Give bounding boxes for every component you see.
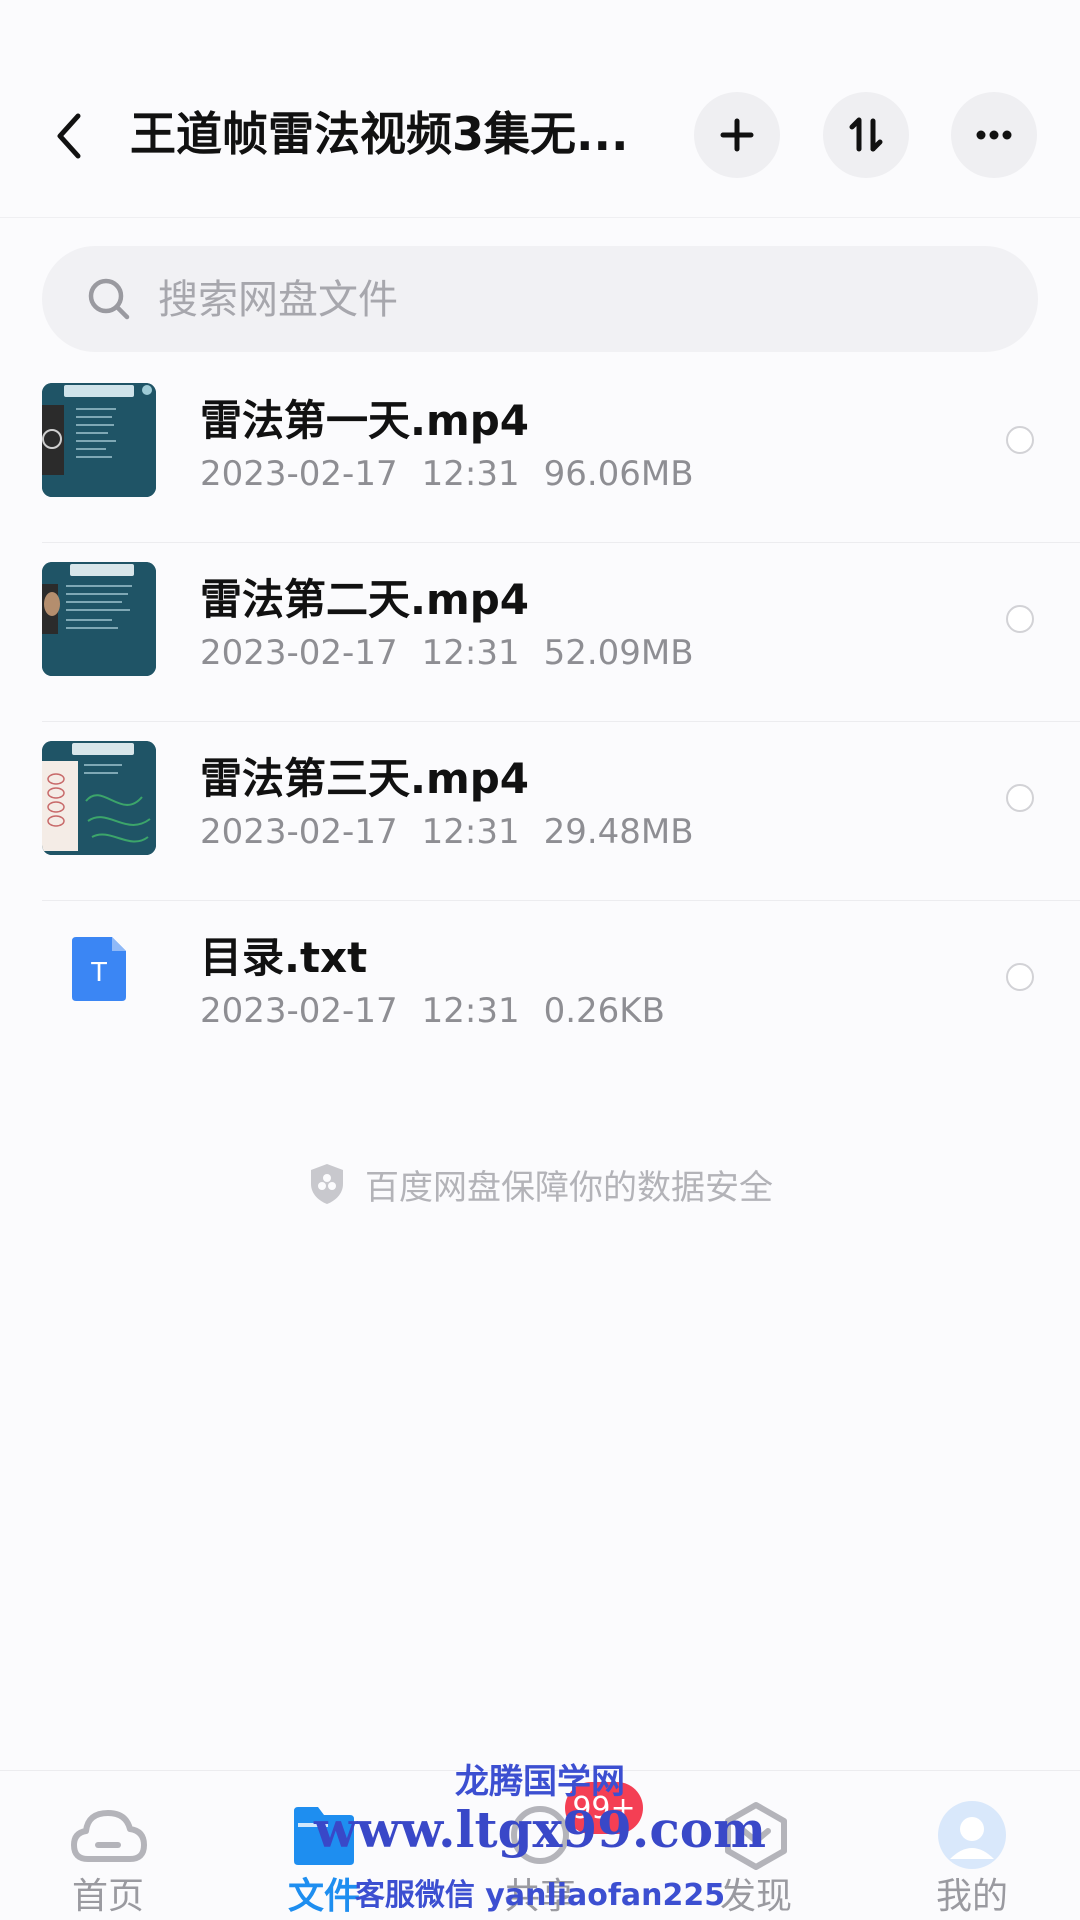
file-meta: 2023-02-17 12:31 52.09MB [200,631,718,675]
file-time: 12:31 [421,454,520,494]
select-radio[interactable] [1006,963,1034,991]
shield-icon [311,1164,343,1204]
file-date: 2023-02-17 [200,991,398,1031]
select-radio[interactable] [1006,426,1034,454]
security-note: 百度网盘保障你的数据安全 [0,1156,1080,1212]
file-size: 0.26KB [543,991,665,1031]
file-date: 2023-02-17 [200,633,398,673]
page-title: 王道帧雷法视频3集无... [130,107,629,161]
chevron-left-icon [57,113,81,159]
file-time: 12:31 [421,633,520,673]
sort-button[interactable] [823,92,909,178]
text-file-icon: T [72,937,126,1001]
watermark-url: www.ltgx99.com [313,1800,767,1859]
watermark-title: 龙腾国学网 [455,1762,625,1802]
file-size: 96.06MB [543,454,694,494]
file-size: 29.48MB [543,812,694,852]
header-bar: 王道帧雷法视频3集无... [0,0,1080,218]
file-name: 雷法第一天.mp4 [200,396,530,445]
video-thumbnail [42,741,156,855]
file-meta: 2023-02-17 12:31 0.26KB [200,989,689,1033]
video-thumbnail [42,562,156,676]
more-button[interactable] [951,92,1037,178]
doc-letter: T [90,956,107,987]
file-meta: 2023-02-17 12:31 96.06MB [200,452,718,496]
file-row[interactable]: 雷法第二天.mp4 2023-02-17 12:31 52.09MB [0,543,1080,722]
select-radio[interactable] [1006,605,1034,633]
add-button[interactable] [694,92,780,178]
file-size: 52.09MB [543,633,694,673]
file-date: 2023-02-17 [200,812,398,852]
file-row[interactable]: 雷法第一天.mp4 2023-02-17 12:31 96.06MB [0,364,1080,543]
plus-icon [720,118,754,152]
sort-icon [849,117,883,152]
file-row[interactable]: 雷法第三天.mp4 2023-02-17 12:31 29.48MB [0,722,1080,901]
search-input[interactable] [158,270,858,330]
search-icon [88,278,130,320]
security-text: 百度网盘保障你的数据安全 [365,1167,773,1208]
video-thumbnail [42,383,156,497]
file-name: 雷法第三天.mp4 [200,754,530,803]
file-date: 2023-02-17 [200,454,398,494]
file-meta: 2023-02-17 12:31 29.48MB [200,810,718,854]
file-row[interactable]: T 目录.txt 2023-02-17 12:31 0.26KB [0,901,1080,1080]
file-list: 雷法第一天.mp4 2023-02-17 12:31 96.06MB 雷法第二天.m… [0,364,1080,1080]
file-time: 12:31 [421,812,520,852]
file-name: 目录.txt [200,933,368,982]
more-icon [976,130,1012,140]
search-bar[interactable] [42,246,1038,352]
select-radio[interactable] [1006,784,1034,812]
back-button[interactable] [50,108,100,164]
file-name: 雷法第二天.mp4 [200,575,530,624]
file-time: 12:31 [421,991,520,1031]
watermark-contact: 客服微信 yanliaofan225 [354,1878,726,1913]
